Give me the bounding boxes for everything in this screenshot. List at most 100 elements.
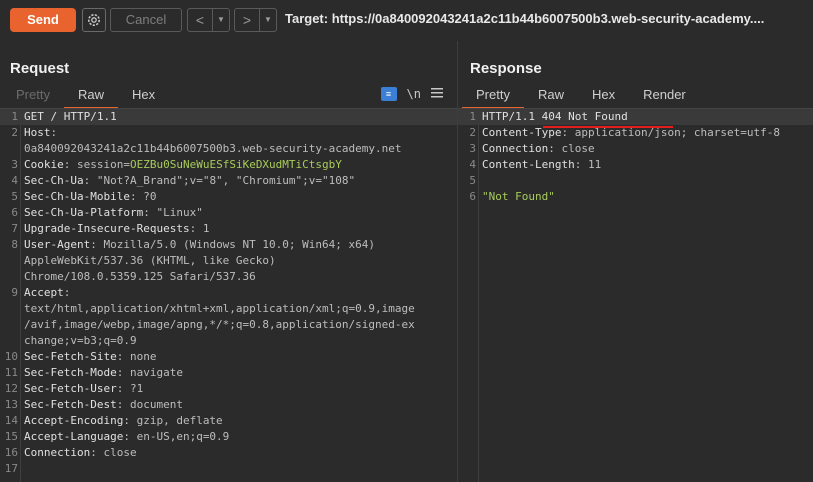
- request-line: 3 Cookie: session=OEZBu0SuNeWuESfSiKeDXud…: [0, 157, 457, 173]
- line-text: Sec-Fetch-Site: none: [24, 349, 156, 365]
- line-number: 6: [11, 206, 18, 219]
- response-line: 5: [458, 173, 813, 189]
- line-number: 14: [4, 414, 18, 427]
- header-value: : gzip, deflate: [123, 414, 223, 427]
- request-line: 8 User-Agent: Mozilla/5.0 (Windows NT 10.…: [0, 237, 457, 253]
- header-value: : ?0: [129, 190, 157, 203]
- line-text: User-Agent: Mozilla/5.0 (Windows NT 10.0…: [24, 237, 375, 253]
- response-tab-raw[interactable]: Raw: [524, 85, 578, 107]
- request-code[interactable]: 1 GET / HTTP/1.1 2 Host: 0a840092043241a2c11…: [0, 109, 457, 477]
- response-tab-hex[interactable]: Hex: [578, 85, 629, 107]
- request-line: 5 Sec-Ch-Ua-Mobile: ?0: [0, 189, 457, 205]
- response-code[interactable]: 1 HTTP/1.1 404 Not Found 2 Content-Type: ap…: [458, 109, 813, 205]
- back-history-dropdown-icon[interactable]: ▼: [213, 9, 229, 31]
- request-tab-pretty[interactable]: Pretty: [2, 85, 64, 107]
- header-value: :: [50, 126, 58, 139]
- back-nav: < ▼: [187, 8, 230, 32]
- line-number: 5: [11, 190, 18, 203]
- header-name: Upgrade-Insecure-Requests: [24, 222, 190, 235]
- line-number: 10: [4, 350, 18, 363]
- request-tab-raw[interactable]: Raw: [63, 85, 118, 109]
- request-line: 0a840092043241a2c11b44b6007500b3.web-sec…: [0, 141, 457, 157]
- request-line: 11 Sec-Fetch-Mode: navigate: [0, 365, 457, 381]
- header-value: : 11: [574, 158, 602, 171]
- header-name: Accept-Language: [24, 430, 124, 443]
- settings-button[interactable]: [82, 8, 106, 32]
- request-line: 17: [0, 461, 457, 477]
- send-button[interactable]: Send: [10, 8, 76, 32]
- request-line: 9 Accept:: [0, 285, 457, 301]
- response-panel: Response Pretty Raw Hex Render 1 HTTP/1.1…: [458, 41, 813, 482]
- header-name: Accept-Encoding: [24, 414, 124, 427]
- response-tab-render[interactable]: Render: [629, 85, 700, 107]
- header-value: : close: [90, 446, 137, 459]
- header-value: AppleWebKit/537.36 (KHTML, like Gecko): [24, 254, 276, 267]
- line-text: Sec-Fetch-User: ?1: [24, 381, 143, 397]
- header-value: : navigate: [116, 366, 183, 379]
- header-name: HTTP/1.1 404 Not Found: [482, 110, 628, 123]
- back-button[interactable]: <: [188, 9, 213, 31]
- header-value: : "Not?A_Brand";v="8", "Chromium";v="108…: [83, 174, 356, 187]
- header-name: Content-Length: [482, 158, 575, 171]
- target-url[interactable]: Target: https://0a840092043241a2c11b44b6…: [285, 11, 813, 26]
- request-line: text/html,application/xhtml+xml,applicat…: [0, 301, 457, 317]
- request-line: 13 Sec-Fetch-Dest: document: [0, 397, 457, 413]
- header-name: Accept: [24, 286, 64, 299]
- line-number: 15: [4, 430, 18, 443]
- request-line: 15 Accept-Language: en-US,en;q=0.9: [0, 429, 457, 445]
- header-value: : none: [116, 350, 157, 363]
- line-text: GET / HTTP/1.1: [24, 109, 117, 125]
- request-line: 4 Sec-Ch-Ua: "Not?A_Brand";v="8", "Chromi…: [0, 173, 457, 189]
- line-text: Accept:: [24, 285, 70, 301]
- header-name: Sec-Fetch-Mode: [24, 366, 117, 379]
- response-line: 3 Connection: close: [458, 141, 813, 157]
- line-number: 4: [469, 158, 476, 171]
- header-name: Sec-Fetch-Dest: [24, 398, 117, 411]
- response-line: 4 Content-Length: 11: [458, 157, 813, 173]
- request-line: 2 Host:: [0, 125, 457, 141]
- line-number: 3: [11, 158, 18, 171]
- header-name: Connection: [482, 142, 549, 155]
- line-text: Host:: [24, 125, 57, 141]
- line-text: Accept-Language: en-US,en;q=0.9: [24, 429, 229, 445]
- header-value: : en-US,en;q=0.9: [123, 430, 230, 443]
- cancel-button[interactable]: Cancel: [110, 8, 182, 32]
- request-line: 12 Sec-Fetch-User: ?1: [0, 381, 457, 397]
- pretty-print-icon[interactable]: ≡: [380, 86, 397, 101]
- header-name: Sec-Fetch-User: [24, 382, 117, 395]
- line-number: 1: [11, 110, 18, 123]
- header-name: Host: [24, 126, 51, 139]
- gear-icon: [88, 14, 100, 26]
- header-value: : "Linux": [143, 206, 203, 219]
- header-value: text/html,application/xhtml+xml,applicat…: [24, 302, 415, 315]
- header-name: User-Agent: [24, 238, 91, 251]
- forward-history-dropdown-icon[interactable]: ▼: [260, 9, 276, 31]
- header-value: :: [63, 286, 71, 299]
- menu-icon[interactable]: [431, 86, 443, 101]
- request-view-icons: ≡ \n: [380, 86, 443, 101]
- header-value: : ?1: [116, 382, 144, 395]
- response-tab-pretty[interactable]: Pretty: [462, 85, 524, 109]
- header-value: 0a840092043241a2c11b44b6007500b3.web-sec…: [24, 142, 402, 155]
- request-tab-hex[interactable]: Hex: [118, 85, 169, 107]
- header-value: : Mozilla/5.0 (Windows NT 10.0; Win64; x…: [90, 238, 376, 251]
- line-number: 7: [11, 222, 18, 235]
- header-value: /avif,image/webp,image/apng,*/*;q=0.8,ap…: [24, 318, 415, 331]
- line-text: Cookie: session=OEZBu0SuNeWuESfSiKeDXudM…: [24, 157, 342, 173]
- response-tabs: Pretty Raw Hex Render: [462, 85, 700, 109]
- response-title: Response: [470, 60, 542, 77]
- line-text: Sec-Fetch-Dest: document: [24, 397, 183, 413]
- request-line: 1 GET / HTTP/1.1: [0, 109, 457, 125]
- line-number: 13: [4, 398, 18, 411]
- header-value: : document: [116, 398, 183, 411]
- request-editor[interactable]: 1 GET / HTTP/1.1 2 Host: 0a840092043241a2c11…: [0, 109, 457, 482]
- line-number: 2: [11, 126, 18, 139]
- line-number: 12: [4, 382, 18, 395]
- response-editor[interactable]: 1 HTTP/1.1 404 Not Found 2 Content-Type: ap…: [458, 109, 813, 482]
- line-text: Connection: close: [24, 445, 137, 461]
- forward-button[interactable]: >: [235, 9, 260, 31]
- cookie-value: OEZBu0SuNeWuESfSiKeDXudMTiCtsgbY: [129, 158, 342, 171]
- newline-toggle-icon[interactable]: \n: [407, 87, 421, 101]
- header-name: Sec-Ch-Ua: [24, 174, 84, 187]
- header-name: Sec-Ch-Ua-Mobile: [24, 190, 130, 203]
